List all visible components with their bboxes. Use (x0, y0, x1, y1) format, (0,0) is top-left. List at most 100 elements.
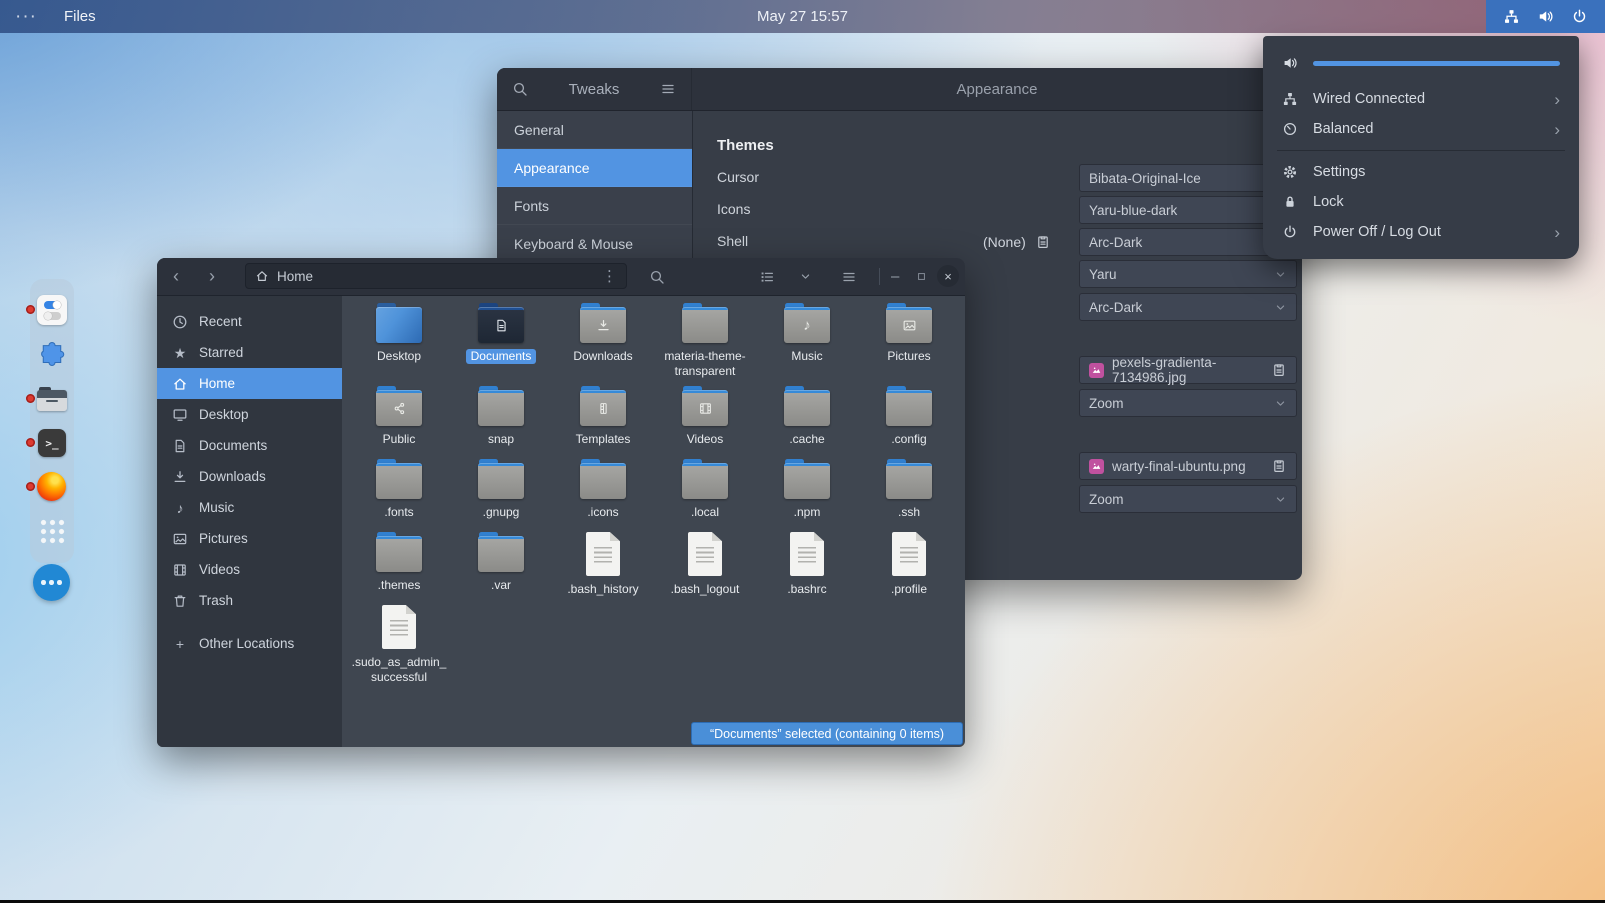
focused-app-name[interactable]: Files (64, 8, 96, 25)
folder-icon (478, 303, 524, 343)
film-icon (172, 562, 188, 578)
clipboard-icon[interactable] (1271, 362, 1287, 378)
file-grid: Desktop Documents Downloads materia-them… (348, 303, 960, 692)
shell-none-indicator[interactable]: (None) (983, 228, 1051, 256)
background-image-chooser[interactable]: pexels-gradienta-7134986.jpg (1079, 356, 1297, 384)
folder-icon (784, 386, 830, 426)
forward-button[interactable]: › (209, 258, 215, 295)
system-status-area[interactable] (1486, 0, 1605, 33)
plus-icon: + (172, 637, 188, 651)
file-item[interactable]: .bash_history (552, 532, 654, 605)
clock[interactable]: May 27 15:57 (757, 8, 848, 25)
sidebar-item-recent[interactable]: Recent (157, 306, 342, 337)
search-icon[interactable] (512, 81, 528, 97)
minimize-button[interactable]: – (891, 258, 899, 295)
folder-icon (886, 459, 932, 499)
hamburger-menu-icon[interactable] (660, 81, 676, 97)
image-thumbnail-icon (1089, 363, 1104, 378)
volume-row[interactable] (1273, 48, 1569, 78)
file-item-selected[interactable]: Documents (450, 303, 552, 386)
file-item[interactable]: .npm (756, 459, 858, 532)
folder-icon (682, 459, 728, 499)
file-item[interactable]: Desktop (348, 303, 450, 386)
dock-more-button[interactable] (33, 564, 70, 601)
file-item[interactable]: .ssh (858, 459, 960, 532)
lockscreen-adjustment-dropdown[interactable]: Zoom (1079, 485, 1297, 513)
file-item[interactable]: .fonts (348, 459, 450, 532)
file-item[interactable]: .themes (348, 532, 450, 605)
file-item[interactable]: .local (654, 459, 756, 532)
chevron-down-icon (1274, 493, 1287, 506)
back-button[interactable]: ‹ (173, 258, 179, 295)
sidebar-item-documents[interactable]: Documents (157, 430, 342, 461)
view-list-button[interactable] (759, 258, 775, 295)
sound-theme-dropdown[interactable]: Yaru (1079, 260, 1297, 288)
tweaks-titlebar[interactable]: Tweaks Appearance – (497, 68, 1302, 111)
dock-item-terminal[interactable]: >_ (37, 428, 67, 458)
file-item[interactable]: .gnupg (450, 459, 552, 532)
file-item[interactable]: .bash_logout (654, 532, 756, 605)
files-titlebar[interactable]: ‹ › Home ⋮ – × (157, 258, 965, 296)
sidebar-item-trash[interactable]: Trash (157, 585, 342, 616)
sidebar-item-pictures[interactable]: Pictures (157, 523, 342, 554)
file-item[interactable]: Downloads (552, 303, 654, 386)
search-button[interactable] (649, 258, 665, 295)
file-item[interactable]: ♪Music (756, 303, 858, 386)
dock-item-app-grid[interactable] (37, 517, 67, 547)
dock-item-files[interactable] (37, 384, 67, 414)
folder-icon (580, 303, 626, 343)
legacy-theme-dropdown[interactable]: Arc-Dark (1079, 293, 1297, 321)
folder-icon (784, 459, 830, 499)
clipboard-icon[interactable] (1271, 458, 1287, 474)
file-item[interactable]: .cache (756, 386, 858, 459)
file-item[interactable]: .bashrc (756, 532, 858, 605)
activities-dots-icon[interactable]: ··· (15, 7, 37, 26)
background-adjustment-dropdown[interactable]: Zoom (1079, 389, 1297, 417)
template-emblem-icon (596, 401, 611, 416)
sidebar-item-downloads[interactable]: Downloads (157, 461, 342, 492)
clipboard-icon[interactable] (1035, 234, 1051, 250)
sidebar-item-home[interactable]: Home (157, 368, 342, 399)
path-bar[interactable]: Home ⋮ (245, 263, 627, 289)
files-window: ‹ › Home ⋮ – × Recent ★Starred Home Desk… (157, 258, 965, 747)
files-app-icon (37, 387, 67, 411)
sidebar-item-music[interactable]: ♪Music (157, 492, 342, 523)
sidebar-item-starred[interactable]: ★Starred (157, 337, 342, 368)
close-button[interactable]: × (937, 265, 959, 287)
menu-item-lock[interactable]: Lock (1273, 187, 1569, 217)
sidebar-item-other-locations[interactable]: +Other Locations (157, 628, 342, 659)
file-item[interactable]: .icons (552, 459, 654, 532)
volume-icon (1537, 8, 1554, 25)
sidebar-item-videos[interactable]: Videos (157, 554, 342, 585)
file-item[interactable]: Public (348, 386, 450, 459)
file-item[interactable]: snap (450, 386, 552, 459)
hamburger-menu-icon[interactable] (841, 258, 857, 295)
selection-status-bar: “Documents” selected (containing 0 items… (691, 722, 963, 745)
kebab-menu-icon[interactable]: ⋮ (602, 267, 617, 285)
dock-item-extensions[interactable] (37, 340, 67, 370)
volume-slider[interactable] (1313, 61, 1560, 66)
file-item[interactable]: materia-theme-transparent (654, 303, 756, 386)
file-item[interactable]: Pictures (858, 303, 960, 386)
tweaks-sidebar-general[interactable]: General (497, 111, 692, 149)
power-profile-gauge-icon (1282, 121, 1298, 137)
image-icon (172, 531, 188, 547)
menu-item-power-off[interactable]: Power Off / Log Out › (1273, 217, 1569, 247)
dock-item-firefox[interactable] (37, 472, 67, 502)
dock-item-tweaks[interactable] (37, 295, 67, 325)
file-item[interactable]: .sudo_as_admin_successful (348, 605, 450, 692)
view-options-chevron[interactable] (799, 258, 812, 295)
sidebar-item-desktop[interactable]: Desktop (157, 399, 342, 430)
tweaks-sidebar-appearance[interactable]: Appearance (497, 149, 692, 187)
lockscreen-image-chooser[interactable]: warty-final-ubuntu.png (1079, 452, 1297, 480)
file-item[interactable]: Templates (552, 386, 654, 459)
tweaks-sidebar-fonts[interactable]: Fonts (497, 187, 692, 225)
file-item[interactable]: .var (450, 532, 552, 605)
maximize-button[interactable] (915, 258, 928, 295)
file-item[interactable]: .profile (858, 532, 960, 605)
file-item[interactable]: .config (858, 386, 960, 459)
menu-item-wired[interactable]: Wired Connected › (1273, 84, 1569, 114)
file-item[interactable]: Videos (654, 386, 756, 459)
menu-item-settings[interactable]: Settings (1273, 157, 1569, 187)
menu-item-power-profile[interactable]: Balanced › (1273, 114, 1569, 144)
